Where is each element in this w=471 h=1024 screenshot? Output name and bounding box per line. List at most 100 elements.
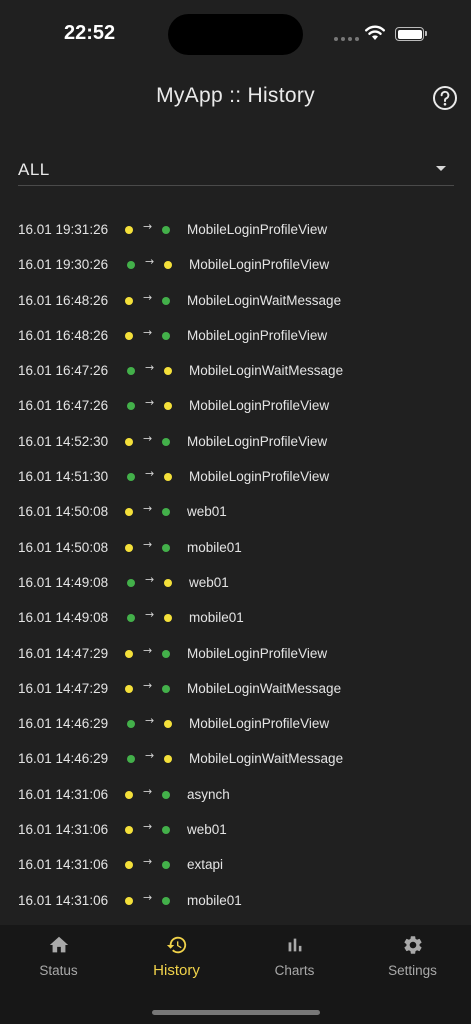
status-from-dot bbox=[127, 755, 135, 764]
history-timestamp: 16.01 14:50:08 bbox=[18, 539, 109, 555]
history-row[interactable]: 16.01 14:46:29 → MobileLoginProfileView bbox=[0, 706, 471, 741]
history-item-name: MobileLoginWaitMessage bbox=[187, 292, 342, 308]
page-title: MyApp :: History bbox=[156, 84, 315, 107]
status-from-dot bbox=[127, 473, 135, 482]
status-from-dot bbox=[125, 861, 133, 870]
arrow-right-icon: → bbox=[145, 467, 155, 481]
history-row[interactable]: 16.01 14:31:06 → web01 bbox=[0, 812, 471, 847]
history-timestamp: 16.01 14:46:29 bbox=[18, 751, 109, 767]
status-to-dot bbox=[162, 649, 170, 658]
history-timestamp: 16.01 14:31:06 bbox=[18, 822, 109, 838]
history-timestamp: 16.01 14:49:08 bbox=[18, 574, 109, 590]
history-row[interactable]: 16.01 14:49:08 → mobile01 bbox=[0, 600, 471, 635]
status-to-dot bbox=[164, 720, 172, 729]
status-from-dot bbox=[127, 614, 135, 623]
history-row[interactable]: 16.01 14:49:08 → web01 bbox=[0, 565, 471, 600]
history-item-name: MobileLoginProfileView bbox=[187, 222, 328, 237]
status-from-dot bbox=[125, 437, 133, 446]
history-row[interactable]: 16.01 14:47:29 → MobileLoginProfileView bbox=[0, 636, 471, 671]
status-time: 22:52 bbox=[64, 22, 116, 44]
filter-dropdown[interactable]: ALL bbox=[18, 150, 454, 186]
arrow-right-icon: → bbox=[143, 820, 153, 834]
arrow-right-icon: → bbox=[143, 431, 153, 445]
status-from-dot bbox=[127, 720, 135, 729]
history-row[interactable]: 16.01 14:47:29 → MobileLoginWaitMessage bbox=[0, 671, 471, 706]
history-row[interactable]: 16.01 19:30:26 → MobileLoginProfileView bbox=[0, 247, 471, 282]
history-timestamp: 16.01 14:31:06 bbox=[18, 857, 109, 873]
arrow-right-icon: → bbox=[145, 361, 155, 375]
history-item-name: asynch bbox=[187, 786, 230, 802]
history-row[interactable]: 16.01 14:52:30 → MobileLoginProfileView bbox=[0, 424, 471, 459]
history-row[interactable]: 16.01 14:31:06 → mobile01 bbox=[0, 883, 471, 918]
history-timestamp: 16.01 14:51:30 bbox=[18, 469, 109, 485]
status-to-dot bbox=[162, 684, 170, 693]
history-row[interactable]: 16.01 14:50:08 → mobile01 bbox=[0, 530, 471, 565]
history-row[interactable]: 16.01 16:48:26 → MobileLoginProfileView bbox=[0, 318, 471, 353]
status-to-dot bbox=[164, 402, 172, 411]
history-row[interactable]: 16.01 14:50:08 → web01 bbox=[0, 494, 471, 529]
status-from-dot bbox=[125, 684, 133, 693]
history-item-name: MobileLoginProfileView bbox=[189, 469, 330, 485]
arrow-right-icon: → bbox=[143, 784, 153, 798]
status-from-dot bbox=[125, 226, 133, 234]
history-row[interactable]: 16.01 14:31:06 → asynch bbox=[0, 777, 471, 812]
status-to-dot bbox=[164, 261, 172, 270]
arrow-right-icon: → bbox=[145, 714, 155, 728]
tab-charts[interactable]: Charts bbox=[236, 925, 353, 995]
gear-icon bbox=[403, 936, 422, 954]
history-item-name: mobile01 bbox=[189, 610, 244, 626]
history-item-name: MobileLoginWaitMessage bbox=[187, 680, 342, 696]
history-timestamp: 16.01 14:47:29 bbox=[18, 645, 109, 661]
history-row[interactable]: 16.01 14:46:29 → MobileLoginWaitMessage bbox=[0, 741, 471, 776]
arrow-right-icon: → bbox=[143, 502, 153, 516]
arrow-right-icon: → bbox=[145, 749, 155, 763]
arrow-right-icon: → bbox=[143, 678, 153, 692]
history-row[interactable]: 16.01 16:48:26 → MobileLoginWaitMessage bbox=[0, 283, 471, 318]
tab-label: History bbox=[153, 962, 200, 979]
status-from-dot bbox=[125, 826, 133, 835]
battery-icon bbox=[395, 27, 427, 41]
tab-history[interactable]: History bbox=[118, 925, 235, 995]
wifi-icon bbox=[365, 25, 385, 40]
history-item-name: extapi bbox=[187, 857, 224, 873]
help-icon[interactable] bbox=[432, 85, 458, 111]
bottom-tab-bar: Status History Charts Settings bbox=[0, 925, 471, 1024]
history-timestamp: 16.01 14:31:06 bbox=[18, 892, 109, 908]
status-to-dot bbox=[164, 578, 172, 587]
history-timestamp: 16.01 14:46:29 bbox=[18, 716, 109, 732]
home-indicator bbox=[152, 1010, 320, 1015]
status-to-dot bbox=[162, 296, 170, 305]
history-item-name: MobileLoginWaitMessage bbox=[189, 751, 344, 767]
history-timestamp: 16.01 14:52:30 bbox=[18, 433, 109, 449]
tab-settings[interactable]: Settings bbox=[354, 925, 471, 995]
history-row[interactable]: 16.01 16:47:26 → MobileLoginWaitMessage bbox=[0, 353, 471, 388]
status-to-dot bbox=[162, 226, 170, 234]
history-item-name: MobileLoginProfileView bbox=[189, 257, 330, 273]
status-from-dot bbox=[125, 649, 133, 658]
history-item-name: MobileLoginProfileView bbox=[187, 645, 328, 661]
status-from-dot bbox=[125, 896, 133, 905]
status-to-dot bbox=[164, 367, 172, 376]
signal-icon bbox=[334, 37, 359, 41]
history-item-name: MobileLoginWaitMessage bbox=[189, 363, 344, 379]
history-item-name: web01 bbox=[189, 574, 229, 590]
history-row[interactable]: 16.01 14:31:06 → extapi bbox=[0, 847, 471, 882]
arrow-right-icon: → bbox=[145, 572, 155, 586]
history-item-name: MobileLoginProfileView bbox=[187, 433, 328, 449]
history-row[interactable]: 16.01 19:31:26 → MobileLoginProfileView bbox=[0, 212, 471, 247]
tab-status[interactable]: Status bbox=[0, 925, 117, 995]
history-row[interactable]: 16.01 16:47:26 → MobileLoginProfileView bbox=[0, 388, 471, 423]
status-to-dot bbox=[162, 331, 170, 340]
history-item-name: MobileLoginProfileView bbox=[187, 327, 328, 343]
status-to-dot bbox=[162, 826, 170, 835]
arrow-right-icon: → bbox=[145, 396, 155, 410]
status-to-dot bbox=[162, 437, 170, 446]
history-timestamp: 16.01 19:31:26 bbox=[18, 222, 109, 237]
history-timestamp: 16.01 19:30:26 bbox=[18, 257, 109, 273]
arrow-right-icon: → bbox=[143, 855, 153, 869]
tab-label: Settings bbox=[388, 963, 437, 978]
history-row[interactable]: 16.01 14:51:30 → MobileLoginProfileView bbox=[0, 459, 471, 494]
history-item-name: mobile01 bbox=[187, 539, 242, 555]
arrow-right-icon: → bbox=[143, 325, 153, 339]
status-from-dot bbox=[125, 508, 133, 517]
